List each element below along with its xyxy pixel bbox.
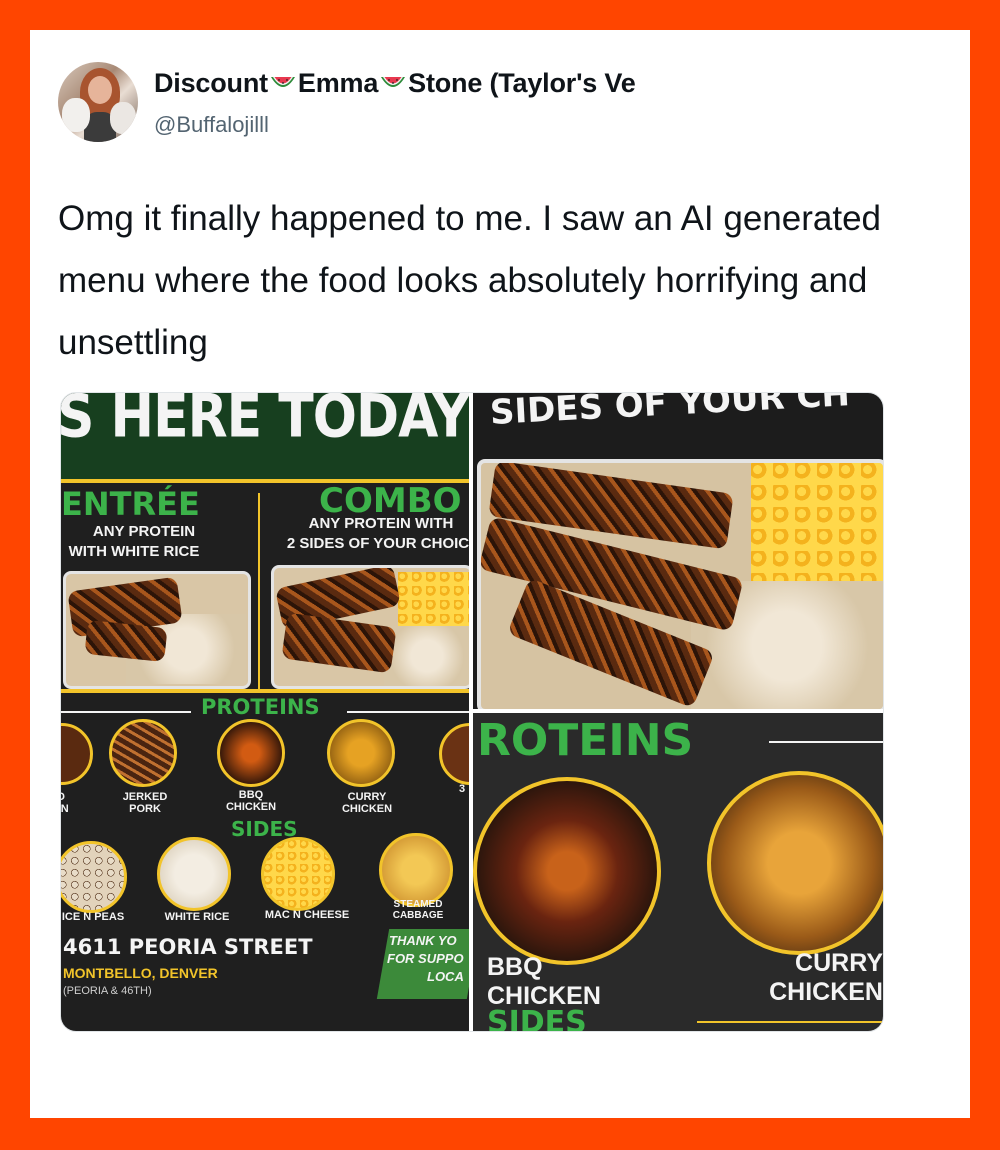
menu-banner: S HERE TODAY! bbox=[61, 393, 469, 452]
thanks-line1: THANK YO bbox=[389, 933, 457, 948]
menu-photo-combo-closeup[interactable]: SIDES OF YOUR CH bbox=[473, 393, 883, 709]
protein-label-5: 3 bbox=[458, 783, 466, 795]
protein-label-1: D EN bbox=[61, 791, 69, 815]
side-label-mac-n-cheese: MAC N CHEESE bbox=[264, 909, 350, 921]
author-name[interactable]: Discount Emma Stone (Taylor's Ve bbox=[154, 68, 636, 99]
menu-address: 4611 PEORIA STREET bbox=[63, 935, 313, 959]
curry-chicken-closeup-circle bbox=[707, 771, 883, 955]
author-avatar[interactable] bbox=[58, 62, 138, 142]
author-name-part-3: Stone (Taylor's Ve bbox=[408, 68, 636, 98]
combo-tray bbox=[271, 565, 469, 689]
author-handle[interactable]: @Buffalojilll bbox=[154, 112, 269, 138]
sides-closeup-title: SIDES bbox=[487, 1005, 587, 1031]
bbq-chicken-closeup-circle bbox=[473, 777, 661, 965]
side-label-rice-peas: ICE N PEAS bbox=[61, 911, 125, 923]
thanks-line3: LOCA bbox=[427, 969, 464, 984]
thanks-line2: FOR SUPPO bbox=[387, 951, 464, 966]
side-circle-mac-n-cheese bbox=[261, 837, 335, 911]
combo-line2: 2 SIDES OF YOUR CHOIC bbox=[286, 535, 469, 552]
protein-label-jerked-pork: JERKED PORK bbox=[122, 791, 168, 815]
proteins-rule-right bbox=[347, 711, 469, 713]
author-name-part-2: Emma bbox=[297, 68, 379, 98]
menu-cross-street: (PEORIA & 46TH) bbox=[63, 985, 152, 997]
combo-closeup-tray bbox=[477, 459, 883, 709]
proteins-title: PROTEINS bbox=[201, 695, 320, 719]
menu-photo-proteins-closeup[interactable]: ROTEINS BBQ CHICKEN CURRY CHICKEN SIDES bbox=[473, 713, 883, 1031]
entree-line1: ANY PROTEIN bbox=[92, 523, 196, 540]
side-circle-steamed-cabbage bbox=[379, 833, 453, 907]
protein-circle-curry-chicken bbox=[327, 719, 395, 787]
media-grid[interactable]: S HERE TODAY! ENTRÉE ANY PROTEIN WITH WH… bbox=[60, 392, 884, 1032]
proteins-closeup-title: ROTEINS bbox=[477, 715, 694, 766]
protein-circle-bbq-chicken bbox=[217, 719, 285, 787]
entree-title: ENTRÉE bbox=[61, 485, 200, 523]
menu-city: MONTBELLO, DENVER bbox=[63, 965, 218, 981]
curry-chicken-closeup-label: CURRY CHICKEN bbox=[769, 949, 883, 1006]
entree-line2: WITH WHITE RICE bbox=[68, 543, 200, 560]
combo-closeup-header: SIDES OF YOUR CH bbox=[489, 393, 851, 433]
watermelon-icon bbox=[381, 76, 406, 87]
side-label-white-rice: WHITE RICE bbox=[164, 911, 230, 923]
protein-circle-jerked-pork bbox=[109, 719, 177, 787]
combo-line1: ANY PROTEIN WITH bbox=[308, 515, 454, 532]
sides-closeup-rule bbox=[697, 1021, 883, 1023]
proteins-rule-left bbox=[61, 711, 191, 713]
bbq-chicken-closeup-label: BBQ CHICKEN bbox=[487, 953, 601, 1010]
entree-tray bbox=[63, 571, 251, 689]
entree-combo-divider bbox=[258, 493, 260, 693]
watermelon-icon bbox=[270, 76, 295, 87]
author-name-part-1: Discount bbox=[154, 68, 268, 98]
protein-circle-5 bbox=[439, 723, 469, 785]
side-label-steamed-cabbage: STEAMED CABBAGE bbox=[392, 899, 444, 921]
side-circle-rice-peas bbox=[61, 841, 127, 913]
protein-label-bbq-chicken: BBQ CHICKEN bbox=[225, 789, 277, 813]
protein-circle-1 bbox=[61, 723, 93, 785]
menu-photo-full[interactable]: S HERE TODAY! ENTRÉE ANY PROTEIN WITH WH… bbox=[61, 393, 469, 1031]
tweet-text: Omg it finally happened to me. I saw an … bbox=[58, 199, 881, 362]
proteins-closeup-rule bbox=[769, 741, 883, 743]
menu-divider bbox=[61, 689, 469, 693]
protein-label-curry-chicken: CURRY CHICKEN bbox=[341, 791, 393, 815]
side-circle-white-rice bbox=[157, 837, 231, 911]
